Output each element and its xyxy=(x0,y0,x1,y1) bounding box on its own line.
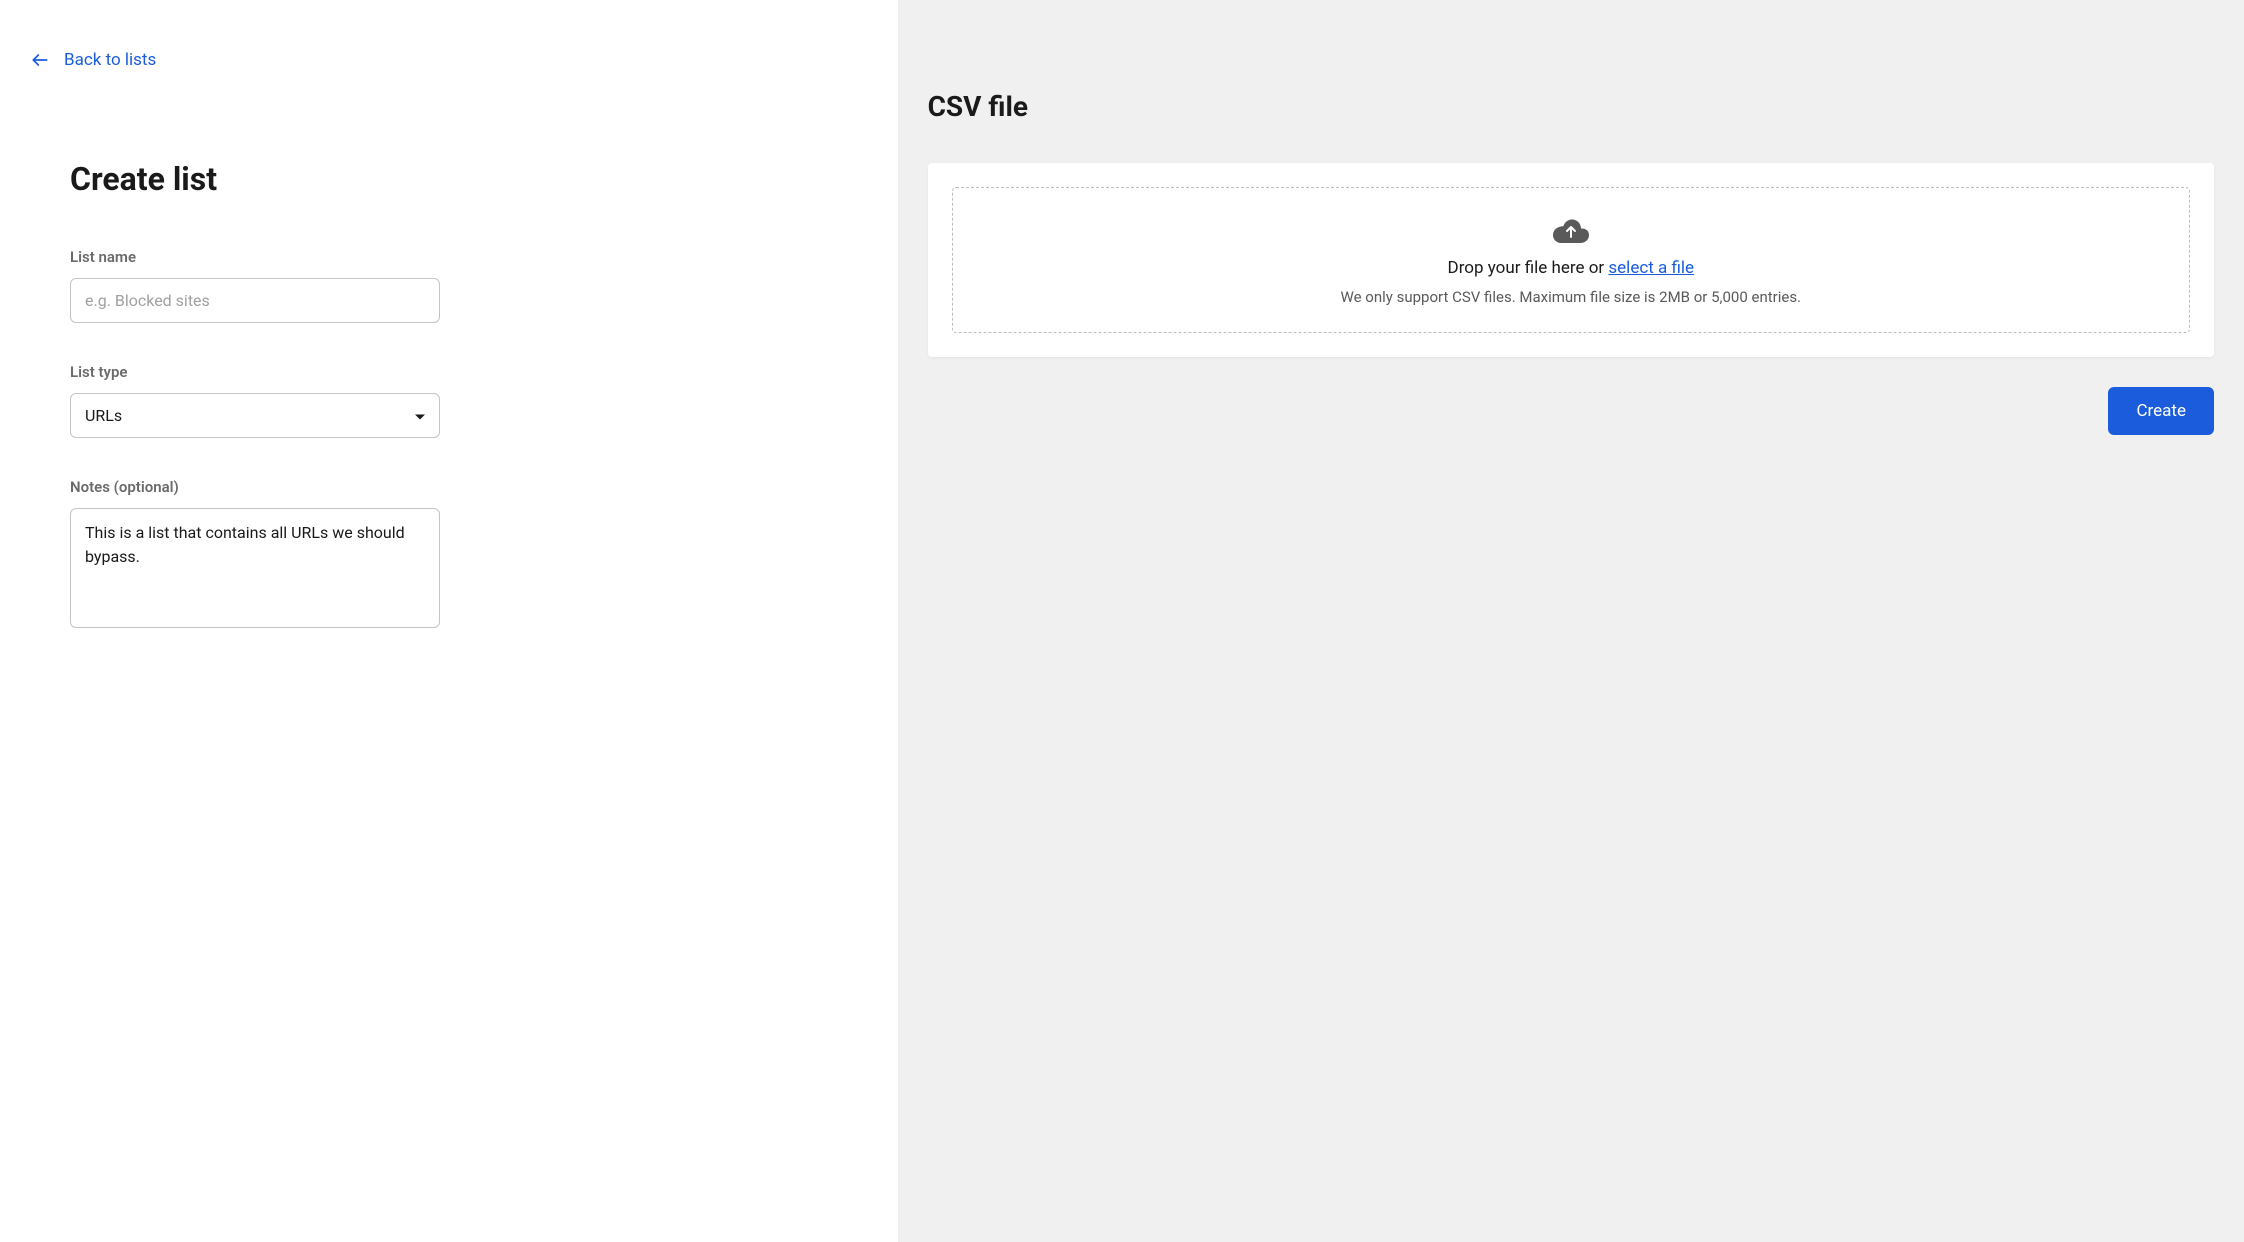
select-file-link[interactable]: select a file xyxy=(1608,258,1694,278)
list-name-input[interactable] xyxy=(70,278,440,323)
notes-textarea[interactable]: This is a list that contains all URLs we… xyxy=(70,508,440,628)
list-type-select-wrapper: URLs xyxy=(70,393,440,438)
file-dropzone[interactable]: Drop your file here or select a file We … xyxy=(952,187,2190,333)
back-to-lists-link[interactable]: Back to lists xyxy=(30,50,156,70)
list-name-group: List name xyxy=(30,248,838,323)
left-panel: Back to lists Create list List name List… xyxy=(0,0,898,1242)
drop-prefix: Drop your file here or xyxy=(1448,258,1609,278)
csv-section-title: CSV file xyxy=(928,90,2214,123)
back-link-label: Back to lists xyxy=(64,50,156,70)
notes-label: Notes (optional) xyxy=(70,478,838,496)
list-type-group: List type URLs xyxy=(30,363,838,438)
cloud-upload-icon xyxy=(1553,218,1589,248)
right-panel: CSV file Drop your file here or select a… xyxy=(898,0,2244,1242)
support-text: We only support CSV files. Maximum file … xyxy=(973,288,2169,306)
notes-group: Notes (optional) This is a list that con… xyxy=(30,478,838,632)
drop-text: Drop your file here or select a file xyxy=(973,258,2169,278)
list-type-select[interactable]: URLs xyxy=(70,393,440,438)
action-row: Create xyxy=(928,387,2214,435)
create-button[interactable]: Create xyxy=(2108,387,2214,435)
upload-card: Drop your file here or select a file We … xyxy=(928,163,2214,357)
list-type-label: List type xyxy=(70,363,838,381)
list-name-label: List name xyxy=(70,248,838,266)
arrow-left-icon xyxy=(30,50,50,70)
page-title: Create list xyxy=(30,160,838,198)
